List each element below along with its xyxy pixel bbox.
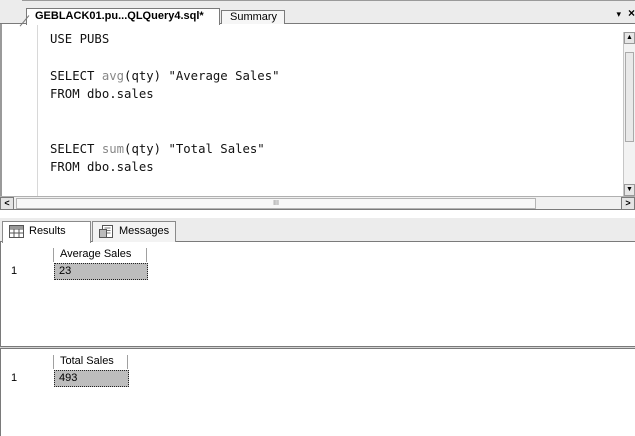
sql-text: FROM dbo.sales	[50, 160, 154, 175]
code-line[interactable]: FROM dbo.sales	[50, 85, 280, 103]
sql-text: (qty) "Total Sales"	[124, 141, 265, 156]
sql-text: SELECT	[50, 68, 102, 83]
tab-results-label: Results	[29, 225, 66, 237]
tabstrip-border	[22, 0, 635, 1]
row-number: 1	[11, 265, 18, 277]
grid-icon	[9, 225, 24, 238]
scroll-up-button[interactable]: ▲	[624, 32, 635, 44]
scroll-left-button[interactable]: <	[0, 197, 14, 210]
scroll-right-button[interactable]: >	[621, 197, 635, 210]
tab-list-dropdown-icon[interactable]: ▾	[616, 9, 621, 20]
code-line[interactable]	[50, 103, 280, 121]
tab-summary[interactable]: Summary	[221, 10, 285, 25]
code-line[interactable]: FROM dbo.sales	[50, 158, 280, 176]
code-line[interactable]	[50, 121, 280, 139]
document-tab-strip: GEBLACK01.pu...QLQuery4.sql* Summary ▾ ×	[0, 0, 635, 25]
result-grid-average-sales[interactable]: Average Sales 1 23	[0, 242, 635, 346]
editor-gutter	[37, 24, 38, 196]
sql-text: FROM dbo.sales	[50, 86, 154, 101]
results-tab-strip: Results Messages	[0, 218, 635, 243]
messages-icon	[99, 225, 113, 238]
sql-function: avg	[101, 68, 125, 83]
tab-messages-label: Messages	[119, 225, 170, 237]
editor-vertical-scrollbar[interactable]: ▲ ▼	[623, 32, 635, 196]
code-line[interactable]: USE PUBS	[50, 30, 280, 48]
tab-query-document[interactable]: GEBLACK01.pu...QLQuery4.sql*	[26, 8, 220, 25]
sql-text: (qty) "Average Sales"	[124, 68, 280, 83]
result-grid-total-sales[interactable]: Total Sales 1 493	[0, 349, 635, 436]
code-line[interactable]: SELECT sum(qty) "Total Sales"	[50, 140, 280, 158]
scroll-down-button[interactable]: ▼	[624, 184, 635, 196]
tab-messages[interactable]: Messages	[92, 221, 176, 242]
code-line[interactable]	[50, 48, 280, 66]
row-number: 1	[11, 372, 18, 384]
sql-code[interactable]: USE PUBS SELECT avg(qty) "Average Sales" F…	[50, 30, 280, 176]
code-line[interactable]: SELECT avg(qty) "Average Sales"	[50, 67, 280, 85]
column-header[interactable]: Average Sales	[53, 248, 147, 262]
result-cell[interactable]: 493	[54, 370, 129, 387]
sql-function: sum	[101, 141, 125, 156]
tab-results[interactable]: Results	[2, 221, 91, 243]
horizontal-scroll-thumb[interactable]: III	[16, 198, 536, 209]
sql-text: SELECT	[50, 141, 102, 156]
sql-text: USE PUBS	[50, 32, 110, 46]
close-document-icon[interactable]: ×	[628, 6, 635, 20]
column-header[interactable]: Total Sales	[53, 355, 128, 369]
query-editor[interactable]: USE PUBS SELECT avg(qty) "Average Sales" F…	[0, 24, 635, 196]
vertical-scroll-thumb[interactable]	[625, 52, 634, 142]
result-cell[interactable]: 23	[54, 263, 148, 280]
editor-horizontal-scrollbar[interactable]: < III >	[0, 196, 635, 210]
